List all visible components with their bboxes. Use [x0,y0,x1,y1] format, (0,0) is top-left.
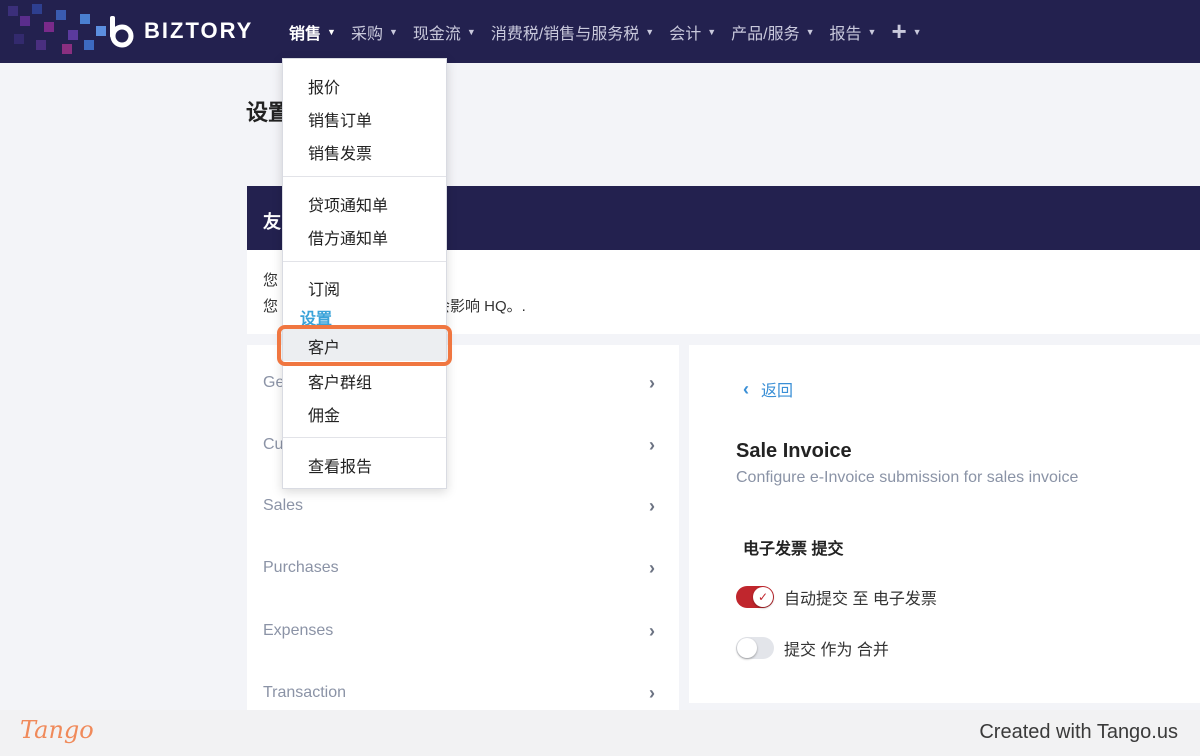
caret-down-icon: ▼ [466,26,476,37]
auto-submit-row: ✓ 自动提交 至 电子发票 [736,585,937,609]
menu-item-view-reports[interactable]: 查看报告 [308,453,372,477]
consolidate-toggle[interactable] [736,637,774,659]
caret-down-icon: ▼ [912,26,922,37]
einvoice-group-label: 电子发票 提交 [743,541,844,558]
nav-products[interactable]: 产品/服务 ▼ [731,20,814,44]
settings-item-expenses[interactable]: Expenses › [263,616,655,646]
nav-accounting[interactable]: 会计 ▼ [669,20,716,44]
plus-icon: + [891,16,907,46]
settings-item-label: Expenses [263,622,334,639]
menu-divider [283,261,446,262]
chevron-right-icon: › [649,682,655,703]
nav-add[interactable]: + ▼ [891,16,921,47]
nav-tax[interactable]: 消费税/销售与服务税 ▼ [491,20,654,44]
consolidate-row: 提交 作为 合并 [736,636,889,660]
banner-title: 友 [263,212,281,232]
menu-divider [283,437,446,438]
biztory-logo[interactable]: BIZTORY [106,14,253,48]
menu-item-commission[interactable]: 佣金 [308,402,340,426]
biztory-logo-icon [110,16,134,48]
nav-purchases-label: 采购 [350,25,383,43]
tutorial-highlight [277,325,452,366]
nav-reports[interactable]: 报告 ▼ [830,20,877,44]
brand-name: BIZTORY [144,18,254,43]
section-subtitle: Configure e-Invoice submission for sales… [736,469,1079,486]
settings-item-label: Transaction [263,684,346,701]
menu-item-sales-invoice[interactable]: 销售发票 [308,140,372,164]
nav-reports-label: 报告 [829,25,862,43]
settings-item-purchases[interactable]: Purchases › [263,553,655,583]
caret-down-icon: ▼ [645,26,655,37]
settings-item-label: Cu [263,436,284,453]
settings-item-transaction[interactable]: Transaction › [263,678,655,708]
chevron-right-icon: › [649,620,655,641]
back-label: 返回 [761,383,794,400]
chevron-left-icon: ‹ [743,378,749,399]
notice-line-1: 您 [263,272,279,289]
chevron-right-icon: › [649,557,655,578]
settings-item-sales[interactable]: Sales › [263,491,655,521]
consolidate-label: 提交 作为 合并 [784,642,889,659]
notice-line-2: 您 [263,298,279,315]
chevron-right-icon: › [649,434,655,455]
caret-down-icon: ▼ [805,26,815,37]
nav-sales-label: 销售 [289,25,322,43]
nav-cashflow[interactable]: 现金流 ▼ [413,20,476,44]
toggle-knob [737,638,757,658]
nav-sales[interactable]: 销售 ▼ [289,20,336,44]
caret-down-icon: ▼ [327,26,336,37]
top-navbar: BIZTORY 销售 ▼ 采购 ▼ 现金流 ▼ 消费税/销售与服务税 ▼ 会计 ▼ 产品/… [0,0,1200,63]
settings-item-label: Purchases [263,559,339,576]
brand-pixel-decoration [0,0,110,63]
nav-cashflow-label: 现金流 [412,25,461,43]
check-icon: ✓ [753,587,773,607]
nav-products-label: 产品/服务 [731,25,800,43]
tango-credit: Created with Tango.us [979,721,1178,743]
menu-item-quotation[interactable]: 报价 [308,74,340,98]
auto-submit-label: 自动提交 至 电子发票 [784,591,937,608]
menu-item-debit-note[interactable]: 借方通知单 [308,225,388,249]
caret-down-icon: ▼ [867,26,877,37]
tango-logo: Tango [20,716,94,744]
nav-tax-label: 消费税/销售与服务税 [490,25,640,43]
auto-submit-toggle[interactable]: ✓ [736,586,774,608]
chevron-right-icon: › [649,372,655,393]
main-nav: 销售 ▼ 采购 ▼ 现金流 ▼ 消费税/销售与服务税 ▼ 会计 ▼ 产品/服务 ▼ 报告 ▼ … [289,0,922,63]
caret-down-icon: ▼ [707,26,717,37]
menu-item-sales-order[interactable]: 销售订单 [308,107,372,131]
menu-divider [283,176,446,177]
menu-item-customer-groups[interactable]: 客户群组 [308,369,372,393]
nav-accounting-label: 会计 [669,25,702,43]
sale-invoice-panel: ‹ 返回 Sale Invoice Configure e-Invoice su… [689,345,1200,703]
back-link[interactable]: ‹ 返回 [743,377,793,401]
settings-item-label: Sales [263,497,304,514]
tango-footer: Tango Created with Tango.us [0,710,1200,756]
section-title: Sale Invoice [736,440,852,462]
menu-item-subscription[interactable]: 订阅 [308,276,340,300]
caret-down-icon: ▼ [388,26,398,37]
sales-dropdown-menu: 报价 销售订单 销售发票 贷项通知单 借方通知单 订阅 设置 客户 客户群组 佣… [282,58,447,489]
chevron-right-icon: › [649,495,655,516]
menu-item-credit-note[interactable]: 贷项通知单 [308,192,388,216]
nav-purchases[interactable]: 采购 ▼ [351,20,398,44]
